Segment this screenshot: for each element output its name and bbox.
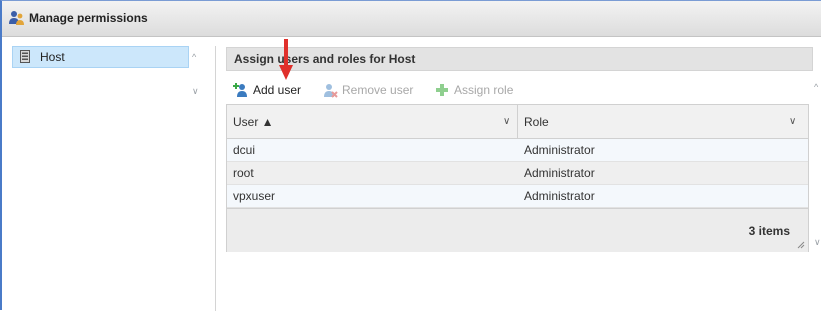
- chevron-down-icon[interactable]: ∨: [503, 116, 510, 127]
- cell-role: Administrator: [524, 166, 595, 180]
- table-row[interactable]: vpxuser Administrator: [227, 185, 808, 208]
- remove-user-button[interactable]: Remove user: [322, 81, 413, 99]
- add-user-icon: [233, 83, 247, 97]
- tree-scroll-up-icon[interactable]: ^: [192, 52, 196, 62]
- manage-permissions-dialog: Manage permissions Host ^ ∨ Assign users…: [0, 0, 821, 311]
- remove-user-icon: [324, 84, 338, 98]
- cell-role: Administrator: [524, 143, 595, 157]
- dialog-titlebar: Manage permissions: [2, 1, 821, 37]
- table-row[interactable]: dcui Administrator: [227, 139, 808, 162]
- permissions-table: User ▲ ∨ Role ∨ dcui Administrator root …: [226, 104, 809, 252]
- tree-item-host[interactable]: Host: [12, 46, 189, 68]
- column-header-user[interactable]: User ▲: [233, 115, 274, 129]
- cell-user: dcui: [233, 143, 256, 157]
- assign-role-button[interactable]: Assign role: [434, 81, 513, 99]
- table-row[interactable]: root Administrator: [227, 162, 808, 185]
- assign-section-header: Assign users and roles for Host: [226, 47, 813, 71]
- add-user-button[interactable]: Add user: [233, 81, 301, 99]
- assign-role-label: Assign role: [454, 83, 514, 97]
- tree-scroll-down-icon[interactable]: ∨: [192, 86, 199, 97]
- remove-user-label: Remove user: [342, 83, 414, 97]
- cell-role: Administrator: [524, 189, 595, 203]
- panel-scroll-down-icon[interactable]: ∨: [814, 237, 821, 248]
- panel-scroll-up-icon[interactable]: ^: [814, 82, 818, 92]
- server-icon: [20, 50, 30, 63]
- tree-item-label: Host: [40, 50, 65, 64]
- users-icon: [9, 11, 24, 25]
- table-footer: 3 items: [227, 208, 808, 252]
- cell-user: vpxuser: [233, 189, 276, 203]
- chevron-down-icon[interactable]: ∨: [789, 116, 796, 127]
- cell-user: root: [233, 166, 254, 180]
- add-user-label: Add user: [253, 83, 302, 97]
- panel-divider[interactable]: [215, 46, 216, 311]
- assign-section-title: Assign users and roles for Host: [234, 52, 416, 66]
- plus-icon: [436, 84, 448, 96]
- column-header-role[interactable]: Role: [524, 115, 549, 129]
- resize-grip-icon[interactable]: [797, 241, 805, 249]
- dialog-title: Manage permissions: [29, 11, 148, 25]
- item-count: 3 items: [748, 224, 790, 238]
- annotation-arrow-icon: [279, 39, 293, 80]
